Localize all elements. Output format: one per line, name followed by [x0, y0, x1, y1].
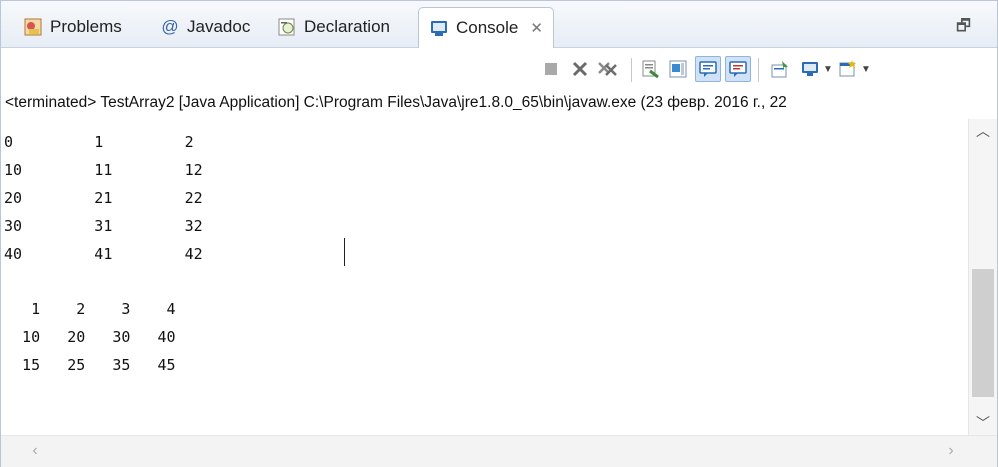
tab-bar: Problems @ Javadoc Declaration Console ✕…: [1, 1, 997, 48]
remove-all-terminated-icon[interactable]: [597, 58, 619, 80]
maximize-icon[interactable]: 🗗: [956, 15, 971, 42]
tab-console[interactable]: Console ✕: [418, 7, 554, 48]
console-line: 30 31 32: [4, 217, 203, 235]
tab-javadoc[interactable]: @ Javadoc: [160, 11, 250, 43]
tab-declaration[interactable]: Declaration: [277, 11, 390, 43]
tab-problems[interactable]: Problems: [23, 11, 122, 43]
toolbar-separator: [631, 58, 632, 82]
pin-console-icon[interactable]: [769, 58, 791, 80]
clear-console-icon[interactable]: [639, 58, 661, 80]
scroll-lock-icon[interactable]: [667, 58, 689, 80]
problems-icon: [23, 17, 43, 37]
console-line: 10 11 12: [4, 161, 203, 179]
tab-console-label: Console: [456, 18, 519, 37]
vertical-scrollbar[interactable]: ︿ ﹀: [968, 119, 997, 435]
scroll-up-icon[interactable]: ︿: [969, 119, 997, 143]
close-icon[interactable]: ✕: [530, 19, 543, 37]
console-icon: [429, 18, 449, 38]
scroll-right-icon[interactable]: ›: [939, 440, 963, 462]
javadoc-icon: @: [161, 17, 179, 36]
console-line: 10 20 30 40: [4, 328, 176, 346]
tab-problems-label: Problems: [50, 17, 122, 36]
console-toolbar: ▼ ▼: [1, 48, 997, 88]
text-cursor: [344, 238, 345, 266]
console-line: 15 25 35 45: [4, 356, 176, 374]
word-wrap-icon[interactable]: [695, 56, 721, 82]
toolbar-separator-2: [758, 58, 759, 82]
open-console-icon[interactable]: [837, 58, 859, 80]
process-status-label: <terminated> TestArray2 [Java Applicatio…: [5, 94, 787, 111]
tab-javadoc-label: Javadoc: [187, 17, 251, 36]
terminate-icon[interactable]: [540, 58, 562, 80]
display-console-dropdown-caret[interactable]: ▼: [823, 64, 833, 75]
console-line: 1 2 3 4: [4, 300, 176, 318]
declaration-icon: [277, 17, 297, 37]
horizontal-scrollbar[interactable]: ‹ ›: [1, 435, 997, 467]
console-line: 40 41 42: [4, 245, 203, 263]
show-console-on-output-icon[interactable]: [725, 56, 751, 82]
console-output[interactable]: 0 1 2 10 11 12 20 21 22 30 31 32 40 41 4…: [1, 122, 967, 433]
tab-declaration-label: Declaration: [304, 17, 390, 36]
console-line: 20 21 22: [4, 189, 203, 207]
console-view: Problems @ Javadoc Declaration Console ✕…: [0, 0, 998, 467]
scroll-down-icon[interactable]: ﹀: [969, 411, 997, 435]
open-console-dropdown-caret[interactable]: ▼: [861, 64, 871, 75]
display-selected-console-icon[interactable]: [799, 58, 821, 80]
vertical-scroll-thumb[interactable]: [972, 269, 994, 397]
scroll-left-icon[interactable]: ‹: [23, 440, 47, 462]
remove-launch-icon[interactable]: [569, 58, 591, 80]
console-line: 0 1 2: [4, 133, 194, 151]
